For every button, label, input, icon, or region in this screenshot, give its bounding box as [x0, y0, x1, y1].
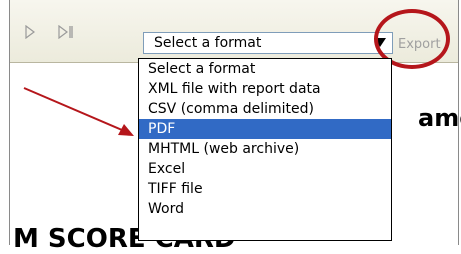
- annotation-arrow: [23, 87, 134, 136]
